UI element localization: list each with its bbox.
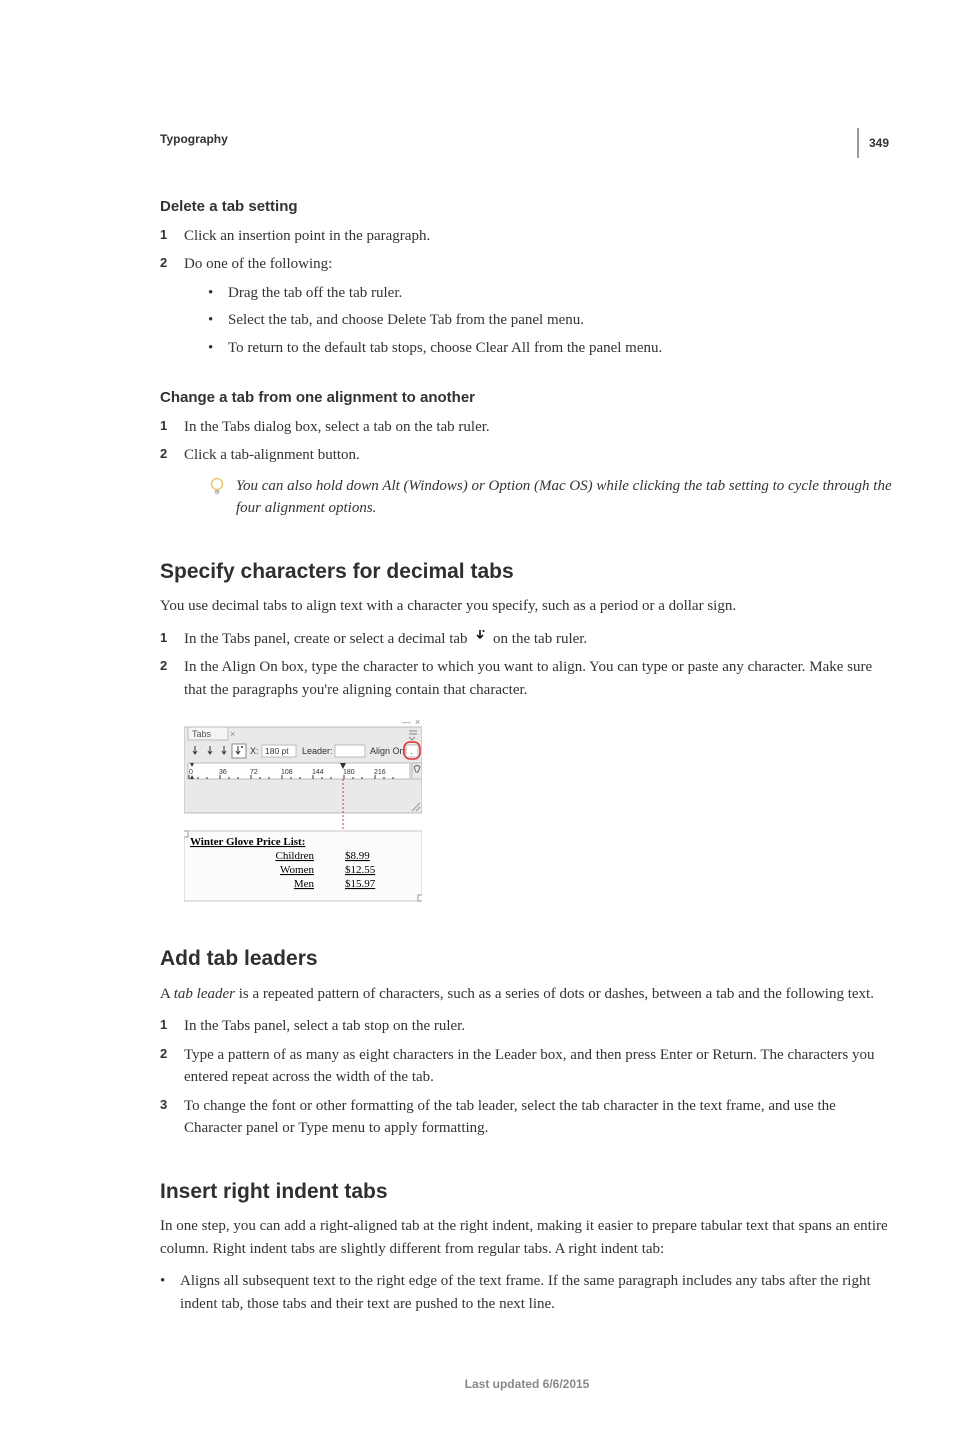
text: A [160,986,174,1002]
tabs-panel-figure: — × Tabs × X: 180 pt Leader: [184,717,894,907]
step-text-a: In the Tabs panel, create or select a de… [184,631,471,647]
step-text-b: on the tab ruler. [489,631,587,647]
align-on-label: Align On: [370,746,407,756]
tab-align-decimal-icon [232,744,246,758]
list-item: Aligns all subsequent text to the right … [160,1270,894,1315]
step-number: 2 [160,444,167,464]
step-number: 1 [160,225,167,245]
bullet-text: Select the tab, and choose Delete Tab fr… [228,312,584,328]
step-text: In the Tabs panel, select a tab stop on … [184,1018,465,1034]
list-item: 1 In the Tabs panel, create or select a … [160,628,894,651]
step-text: To change the font or other formatting o… [184,1098,836,1137]
list-item: 1 Click an insertion point in the paragra… [160,225,894,248]
leader-label: Leader: [302,746,333,756]
step-number: 1 [160,1015,167,1035]
heading-change-tab-alignment: Change a tab from one alignment to anoth… [160,387,894,410]
ruler-tick: 180 [343,769,355,776]
paragraph: In one step, you can add a right-aligned… [160,1215,894,1260]
paragraph: You use decimal tabs to align text with … [160,595,894,618]
ruler-tick: 0 [189,769,193,776]
step-text: Do one of the following: [184,256,332,272]
list-item: Select the tab, and choose Delete Tab fr… [208,309,894,332]
ruler-tick: 144 [312,769,324,776]
step-number: 1 [160,628,167,648]
breadcrumb: Typography [160,130,894,148]
page-number: 349 [857,128,889,158]
preview-price: $8.99 [345,850,370,862]
list-item: 1 In the Tabs dialog box, select a tab on… [160,416,894,439]
step-number: 3 [160,1095,167,1115]
text: is a repeated pattern of characters, suc… [235,986,874,1002]
step-text: Type a pattern of as many as eight chara… [184,1047,874,1086]
close-icon: × [415,717,420,727]
x-value: 180 pt [265,746,289,756]
step-number: 1 [160,416,167,436]
preview-price: $15.97 [345,878,376,890]
bullet-text: Aligns all subsequent text to the right … [180,1273,871,1312]
ruler-tick: 72 [250,769,258,776]
tip-block: You can also hold down Alt (Windows) or … [208,475,894,520]
list-item: 2 In the Align On box, type the character… [160,656,894,701]
heading-delete-tab-setting: Delete a tab setting [160,196,894,219]
lightbulb-icon [208,477,226,505]
svg-text:×: × [230,729,235,739]
tabs-panel-tab: Tabs [192,729,212,739]
list-item: To return to the default tab stops, choo… [208,337,894,360]
step-number: 2 [160,253,167,273]
tip-text: You can also hold down Alt (Windows) or … [236,478,892,517]
list-item: 1 In the Tabs panel, select a tab stop on… [160,1015,894,1038]
preview-title: Winter Glove Price List: [190,836,305,848]
page-footer: Last updated 6/6/2015 [160,1375,894,1393]
paragraph: A tab leader is a repeated pattern of ch… [160,983,894,1006]
heading-insert-right-indent-tabs: Insert right indent tabs [160,1176,894,1208]
x-label: X: [250,746,259,756]
bullet-text: Drag the tab off the tab ruler. [228,285,402,301]
term: tab leader [174,986,235,1002]
list-item: 2 Do one of the following: Drag the tab o… [160,253,894,359]
ruler-tick: 108 [281,769,293,776]
heading-add-tab-leaders: Add tab leaders [160,943,894,975]
step-number: 2 [160,1044,167,1064]
list-item: 2 Type a pattern of as many as eight char… [160,1044,894,1089]
preview-label: Women [280,864,314,876]
align-on-value: . [410,746,413,756]
list-item: 2 Click a tab-alignment button. You can a… [160,444,894,520]
preview-label: Men [294,878,315,890]
decimal-tab-icon [474,628,486,651]
ruler-tick: 36 [219,769,227,776]
ruler-tick: 216 [374,769,386,776]
step-text: In the Align On box, type the character … [184,659,872,698]
bullet-text: To return to the default tab stops, choo… [228,340,662,356]
step-text: Click a tab-alignment button. [184,447,360,463]
step-text: Click an insertion point in the paragrap… [184,228,430,244]
step-text: In the Tabs dialog box, select a tab on … [184,419,490,435]
step-number: 2 [160,656,167,676]
heading-specify-decimal-tabs: Specify characters for decimal tabs [160,556,894,588]
list-item: 3 To change the font or other formatting … [160,1095,894,1140]
preview-price: $12.55 [345,864,376,876]
preview-label: Children [276,850,315,862]
minimize-icon: — [402,717,411,727]
list-item: Drag the tab off the tab ruler. [208,282,894,305]
